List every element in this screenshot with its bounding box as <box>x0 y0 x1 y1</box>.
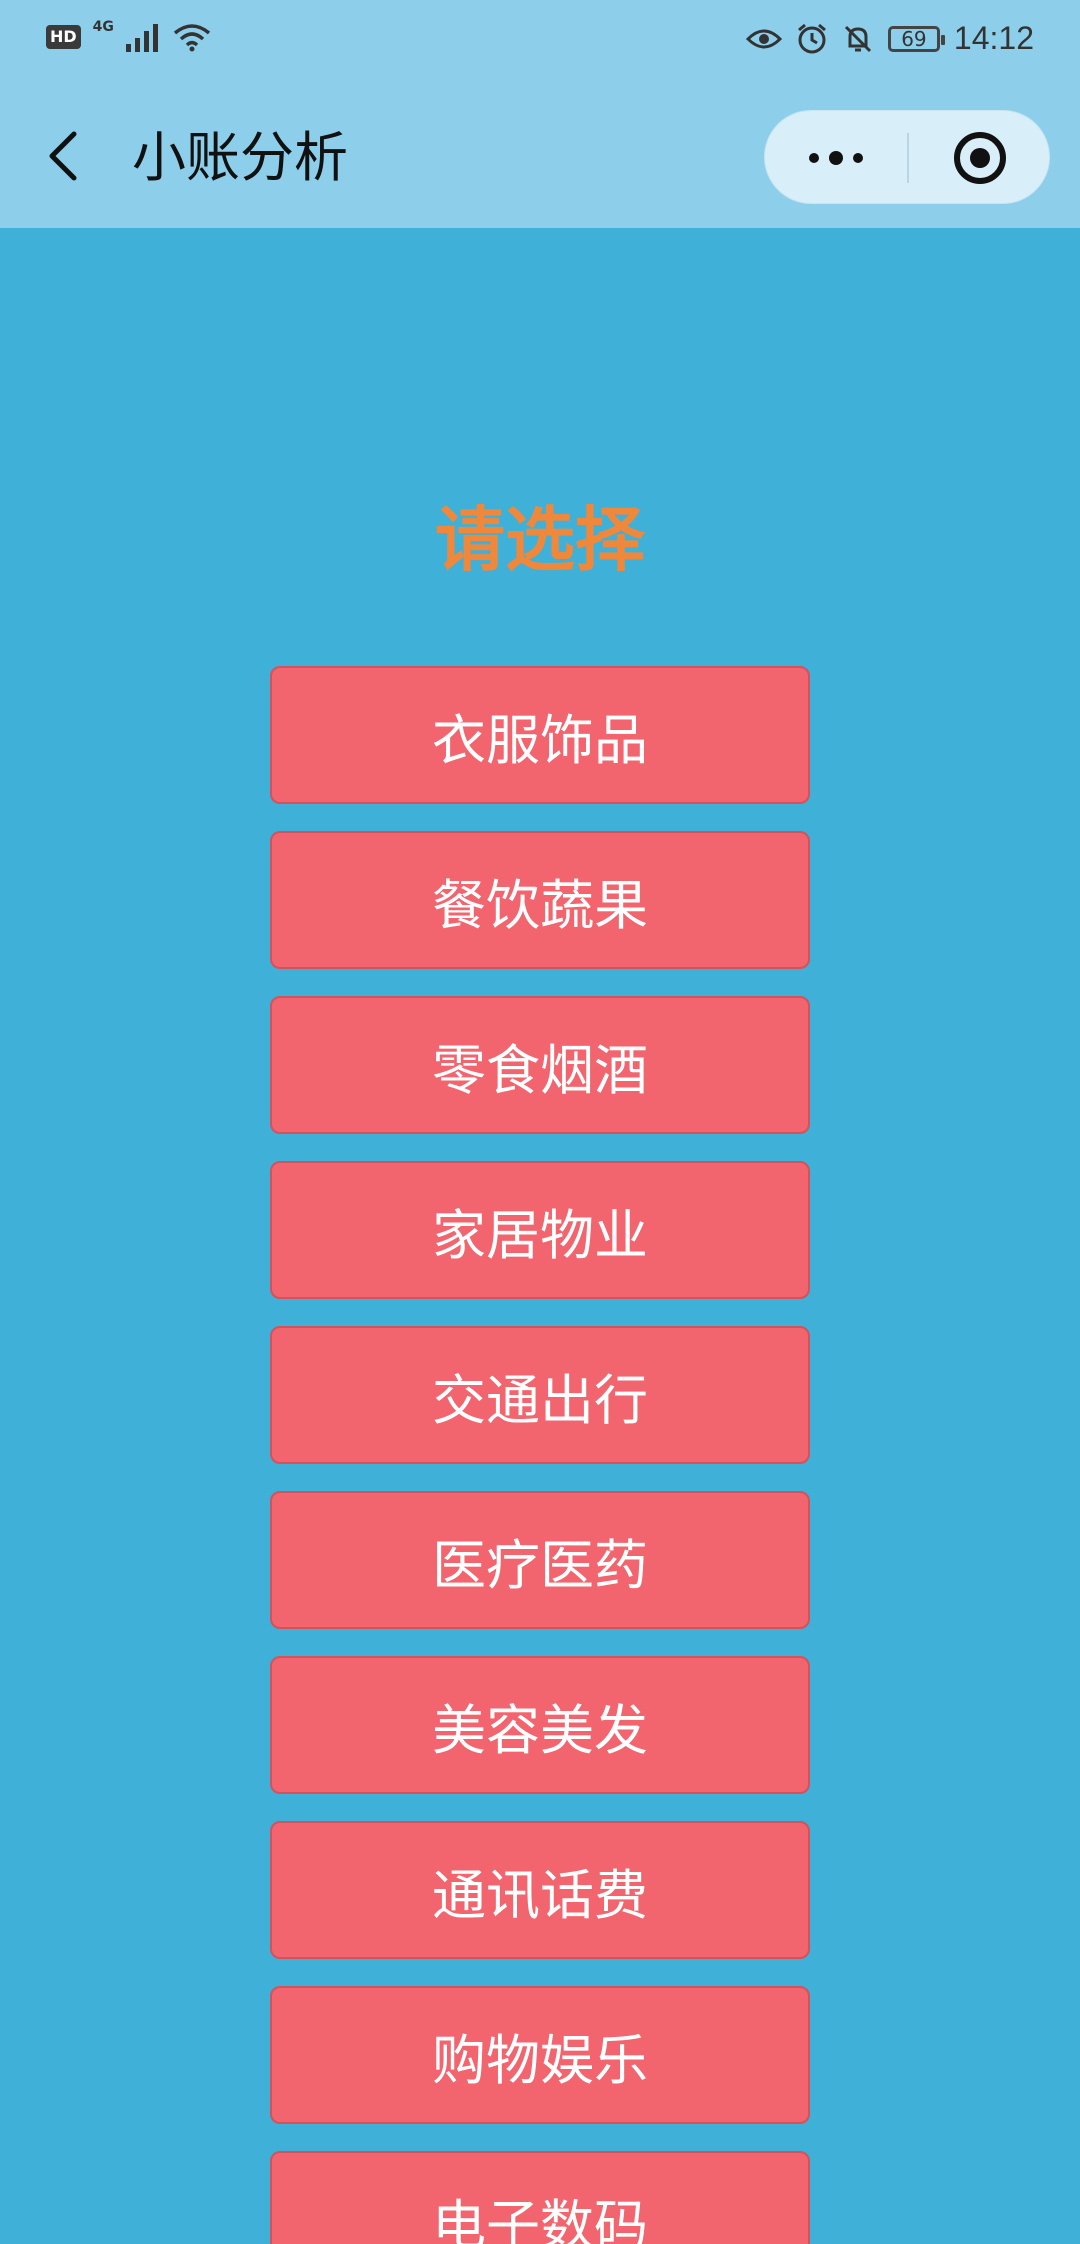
more-dots-icon <box>809 151 863 165</box>
screen: HD 4G 69 14:12 小账分析 请选择 衣服饰品 餐饮蔬果 零食烟酒 家… <box>0 0 1080 2244</box>
close-mini-program-button[interactable] <box>909 111 1051 205</box>
category-button-shopping[interactable]: 购物娱乐 <box>270 1986 810 2124</box>
category-button-snacks[interactable]: 零食烟酒 <box>270 996 810 1134</box>
nav-bar: 小账分析 <box>0 86 1080 228</box>
category-button-clothing[interactable]: 衣服饰品 <box>270 666 810 804</box>
hd-badge: HD <box>46 25 81 49</box>
alarm-icon <box>797 23 826 53</box>
category-button-beauty[interactable]: 美容美发 <box>270 1656 810 1794</box>
status-bar: HD 4G 69 14:12 <box>0 0 1080 86</box>
category-button-telecom[interactable]: 通讯话费 <box>270 1821 810 1959</box>
category-button-digital[interactable]: 电子数码 <box>270 2151 810 2244</box>
page-title: 小账分析 <box>132 126 348 189</box>
battery-level: 69 <box>901 26 927 51</box>
back-button[interactable] <box>40 126 90 186</box>
status-time: 14:12 <box>953 20 1034 56</box>
target-circle-icon <box>954 132 1006 184</box>
signal-icon <box>125 24 158 52</box>
select-prompt: 请选择 <box>435 499 645 581</box>
mini-program-capsule <box>764 110 1050 204</box>
status-right: 69 14:12 <box>745 20 1034 57</box>
status-left: HD 4G <box>46 19 212 52</box>
mute-bell-icon <box>844 25 871 52</box>
wifi-icon <box>173 24 211 52</box>
category-button-transport[interactable]: 交通出行 <box>270 1326 810 1464</box>
eye-icon <box>745 29 782 48</box>
category-list: 衣服饰品 餐饮蔬果 零食烟酒 家居物业 交通出行 医疗医药 美容美发 通讯话费 … <box>270 666 810 2244</box>
battery-icon: 69 <box>887 25 945 52</box>
chevron-left-icon <box>49 131 77 181</box>
category-button-medical[interactable]: 医疗医药 <box>270 1491 810 1629</box>
network-type: 4G <box>92 19 114 35</box>
category-button-dining[interactable]: 餐饮蔬果 <box>270 831 810 969</box>
category-button-home[interactable]: 家居物业 <box>270 1161 810 1299</box>
more-button[interactable] <box>765 111 907 205</box>
